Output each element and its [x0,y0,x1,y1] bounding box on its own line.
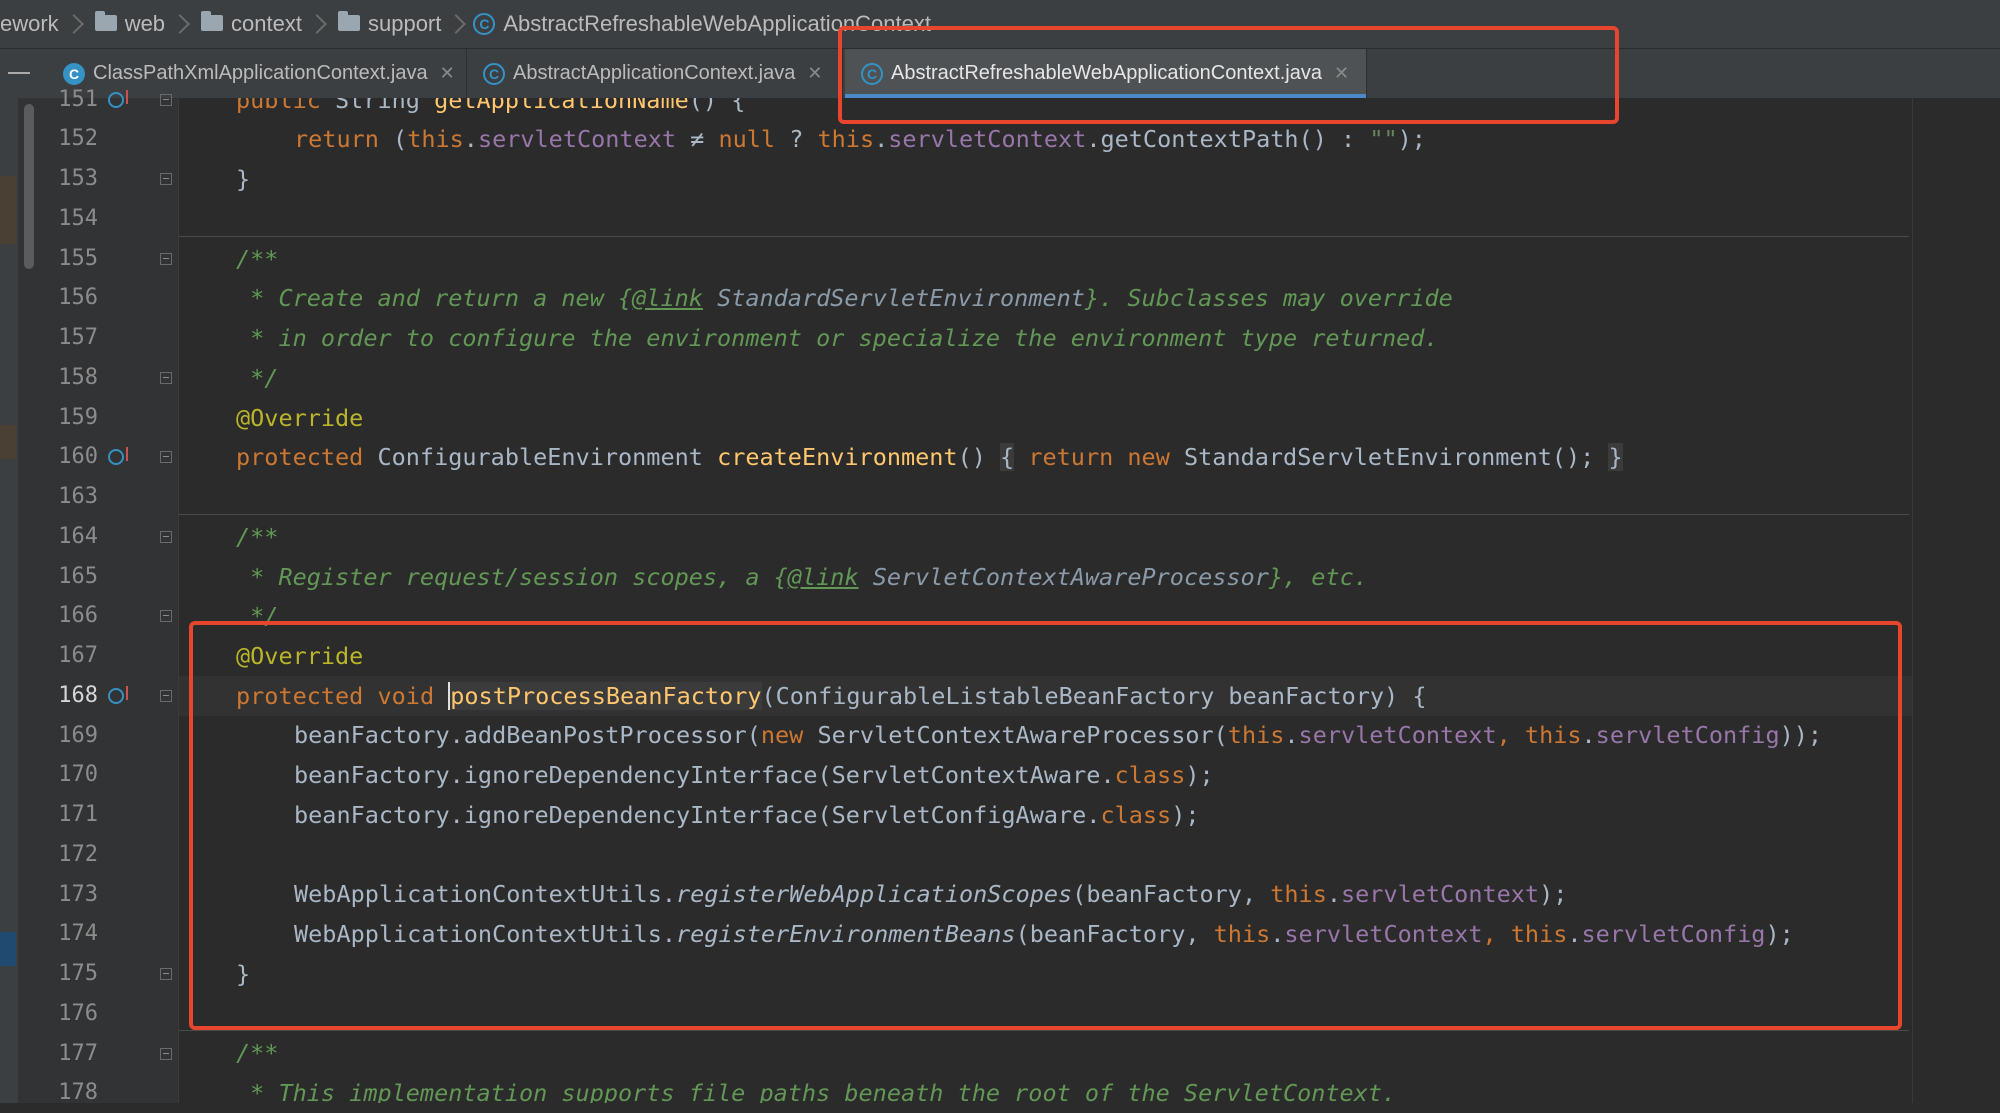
code-line-152: return (this.servletContext ≠ null ? thi… [294,125,1426,153]
code-line-165: * Register request/session scopes, a {@l… [236,563,1368,591]
folder-icon [337,11,360,31]
code-line-156: * Create and return a new {@link Standar… [236,284,1453,312]
line-number: 153 [58,166,98,191]
line-number: 165 [58,564,98,589]
breadcrumb-item-context[interactable]: context [197,0,334,48]
code-line-177: /** [236,1039,279,1067]
line-number: 166 [58,603,98,628]
code-line-155: /** [236,245,279,273]
folder-icon [201,11,224,31]
tool-window-marker[interactable] [0,932,16,966]
tool-window-marker[interactable] [0,425,16,459]
method-separator [179,236,1909,237]
line-number: 154 [58,206,98,231]
highlight-box-method [189,621,1902,1030]
override-method-icon[interactable] [108,686,128,704]
line-number: 173 [58,882,98,907]
line-number: 176 [58,1001,98,1026]
code-line-158: */ [236,364,279,392]
code-line-157: * in order to configure the environment … [236,324,1439,352]
line-number: 159 [58,405,98,430]
override-method-icon[interactable] [108,90,128,108]
fold-icon[interactable] [160,531,172,543]
tab-label: ClassPathXmlApplicationContext.java [93,62,428,84]
line-number: 163 [58,484,98,509]
line-number: 169 [58,723,98,748]
fold-icon[interactable] [160,690,172,702]
line-number: 157 [58,325,98,350]
line-number: 174 [58,921,98,946]
line-number: 155 [58,246,98,271]
code-line-159: @Override [236,404,364,432]
code-line-153: } [236,165,251,193]
fold-icon[interactable] [160,173,172,185]
fold-icon[interactable] [160,610,172,622]
code-line-151: public String getApplicationName() { [236,98,746,114]
line-number: 151 [58,87,98,112]
minimize-icon[interactable] [8,72,30,74]
line-number: 164 [58,524,98,549]
fold-icon[interactable] [160,1048,172,1060]
fold-icon[interactable] [160,372,172,384]
abstract-class-icon: C [483,62,505,85]
line-number: 171 [58,802,98,827]
line-number: 156 [58,285,98,310]
method-separator [179,1030,1909,1031]
highlight-box-active-tab [838,26,1619,124]
tab-abstractapplicationcontext[interactable]: C AbstractApplicationContext.java ✕ [467,49,843,98]
scrollbar-thumb[interactable] [24,104,34,269]
line-number: 175 [58,961,98,986]
close-icon[interactable]: ✕ [807,63,822,84]
breadcrumb-item-web[interactable]: web [91,0,197,48]
line-number: 167 [58,643,98,668]
line-number: 160 [58,444,98,469]
breadcrumb-label: support [367,11,442,36]
editor-right-area [1913,98,2000,1103]
breadcrumb-item-framework[interactable]: ework [0,0,91,48]
tool-window-strip [0,98,18,1103]
breadcrumb-label: web [124,11,166,36]
chevron-right-icon [63,14,84,34]
code-line-164: /** [236,523,279,551]
tab-label: AbstractApplicationContext.java [513,62,796,84]
tab-classpathxmlapplicationcontext[interactable]: C ClassPathXmlApplicationContext.java ✕ [47,49,467,98]
line-number-current: 168 [58,683,98,708]
line-number: 177 [58,1041,98,1066]
override-method-icon[interactable] [108,447,128,465]
breadcrumb-item-support[interactable]: support [334,0,473,48]
line-number: 152 [58,126,98,151]
chevron-right-icon [307,14,327,34]
close-icon[interactable]: ✕ [440,63,455,84]
line-number: 170 [58,762,98,787]
line-number: 178 [58,1080,98,1105]
line-number: 172 [58,842,98,867]
tool-window-marker[interactable] [0,176,16,244]
folder-icon [94,11,117,31]
line-number: 158 [58,365,98,390]
fold-icon[interactable] [160,253,172,265]
chevron-right-icon [170,14,190,34]
code-line-178: * This implementation supports file path… [236,1079,1397,1103]
code-line-160: protected ConfigurableEnvironment create… [236,443,1623,471]
fold-icon[interactable] [160,94,172,106]
folded-region: } [1608,443,1623,471]
fold-icon[interactable] [160,968,172,980]
folded-region: { [1000,443,1015,471]
method-separator [179,514,1909,515]
breadcrumb-label: context [231,11,302,36]
abstract-class-icon: C [473,13,496,35]
chevron-right-icon [446,14,467,34]
fold-icon[interactable] [160,451,172,463]
breadcrumb-label: ework [0,11,59,36]
